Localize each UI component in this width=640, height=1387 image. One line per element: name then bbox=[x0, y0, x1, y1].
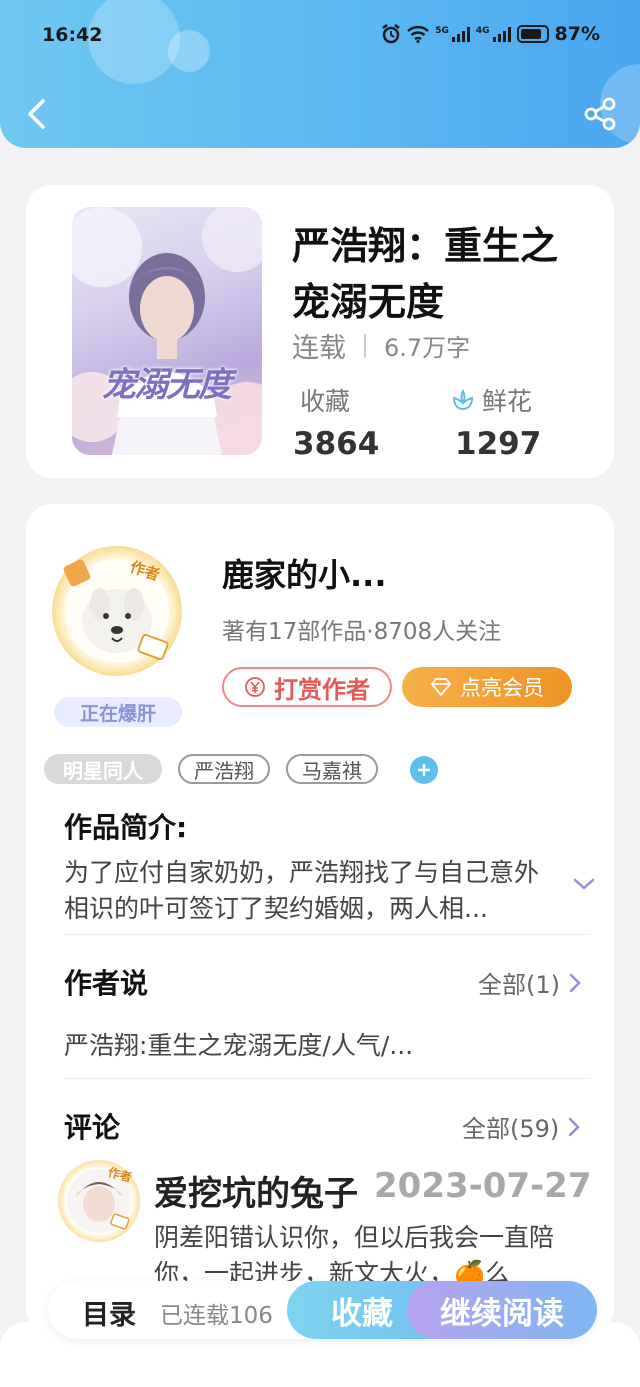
comments-title: 评论 bbox=[64, 1111, 121, 1144]
wifi-icon bbox=[407, 26, 430, 43]
flower-label: 鲜花 bbox=[482, 387, 533, 416]
share-icon bbox=[584, 97, 616, 131]
comments-all-label: 全部(59) bbox=[462, 1115, 560, 1143]
author-avatar[interactable]: 作者 bbox=[52, 546, 182, 676]
cover-illustration bbox=[72, 207, 262, 455]
commenter-name[interactable]: 爱挖坑的兔子 bbox=[154, 1166, 358, 1215]
signal-5g-icon: 5G bbox=[435, 26, 470, 42]
book-meta: 连载 6.7万字 bbox=[292, 326, 470, 365]
chevron-right-icon bbox=[569, 1117, 581, 1136]
status-bar: 16:42 5G 4G 87% bbox=[0, 18, 640, 52]
signal-4g-icon: 4G bbox=[476, 26, 511, 42]
expand-button[interactable] bbox=[570, 870, 598, 898]
comment-date: 2023-07-27 bbox=[374, 1166, 592, 1206]
signal-5g-label: 5G bbox=[435, 26, 449, 36]
vip-label: 点亮会员 bbox=[460, 676, 544, 700]
diamond-icon bbox=[431, 678, 451, 696]
book-title: 严浩翔：重生之宠溺无度 bbox=[292, 224, 559, 324]
catalog-button[interactable]: 目录 bbox=[82, 1293, 136, 1332]
back-button[interactable] bbox=[20, 96, 52, 132]
flower-icon bbox=[452, 389, 474, 411]
battery-icon bbox=[516, 25, 549, 43]
signal-4g-label: 4G bbox=[475, 26, 490, 36]
meta-divider bbox=[364, 333, 366, 358]
author-say-title: 作者说 bbox=[64, 967, 149, 1000]
author-say-text[interactable]: 严浩翔:重生之宠溺无度/人气/... bbox=[64, 1026, 413, 1062]
chevron-right-icon bbox=[569, 973, 581, 992]
author-status-badge: 正在爆肝 bbox=[54, 697, 182, 727]
intro-text: 为了应付自家奶奶，严浩翔找了与自己意外相识的叶可签订了契约婚姻，两人相... bbox=[64, 858, 540, 923]
cover-title: 宠溺无度 bbox=[102, 365, 232, 405]
divider bbox=[64, 934, 590, 935]
status-icons: 5G 4G 87% bbox=[381, 23, 600, 45]
battery-percent: 87% bbox=[554, 23, 600, 45]
book-word-count: 6.7万字 bbox=[384, 334, 471, 362]
author-say-all-label: 全部(1) bbox=[478, 971, 560, 999]
author-info: 著有17部作品·8708人关注 bbox=[222, 619, 502, 645]
intro-title: 作品简介: bbox=[64, 811, 188, 844]
yen-coin-icon bbox=[245, 677, 265, 697]
add-tag-button[interactable] bbox=[410, 756, 438, 784]
chevron-left-icon bbox=[28, 99, 45, 129]
share-button[interactable] bbox=[582, 96, 618, 132]
status-time: 16:42 bbox=[42, 24, 103, 46]
book-status: 连载 bbox=[292, 333, 346, 364]
tip-author-label: 打赏作者 bbox=[274, 675, 370, 704]
flower-stat[interactable]: 鲜花 bbox=[452, 382, 532, 418]
continue-reading-button[interactable]: 继续阅读 bbox=[407, 1281, 597, 1339]
flower-count: 1297 bbox=[455, 426, 542, 462]
divider bbox=[64, 1078, 590, 1079]
plus-icon bbox=[418, 764, 430, 776]
book-cover[interactable]: 宠溺无度 bbox=[72, 207, 262, 455]
serial-status: 已连载106 bbox=[160, 1303, 273, 1329]
author-say-all-link[interactable]: 全部(1) bbox=[478, 965, 582, 1000]
header-bar: 16:42 5G 4G 87% bbox=[0, 0, 640, 148]
collect-count: 3864 bbox=[293, 426, 380, 462]
author-name[interactable]: 鹿家的小... bbox=[222, 550, 386, 596]
tag-item[interactable]: 严浩翔 bbox=[178, 754, 270, 784]
collect-label: 收藏 bbox=[300, 387, 351, 416]
comments-all-link[interactable]: 全部(59) bbox=[462, 1109, 581, 1144]
tag-category[interactable]: 明星同人 bbox=[44, 754, 162, 784]
tip-author-button[interactable]: 打赏作者 bbox=[222, 667, 392, 707]
alarm-icon bbox=[382, 24, 400, 44]
tag-item[interactable]: 马嘉祺 bbox=[286, 754, 378, 784]
vip-button[interactable]: 点亮会员 bbox=[402, 667, 572, 707]
comment-avatar[interactable]: 作者 bbox=[58, 1160, 140, 1242]
chevron-down-icon bbox=[573, 878, 595, 890]
